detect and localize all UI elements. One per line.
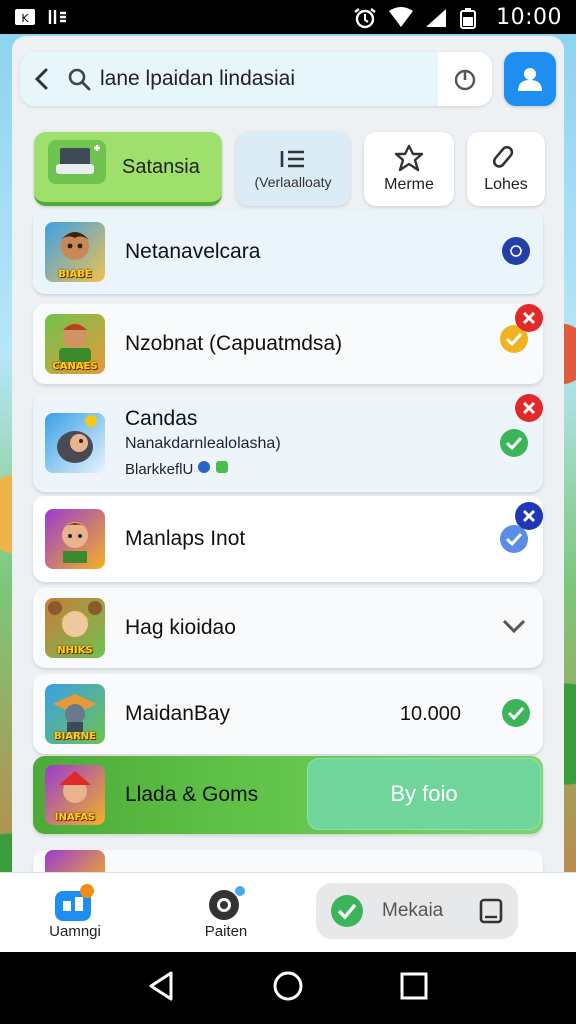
tab-label: Lohes — [484, 176, 528, 193]
app-notification-icon — [46, 7, 68, 27]
item-subtitle: Nanakdarnlealolasha) — [125, 435, 281, 452]
list-icon — [280, 150, 304, 168]
nav-pill-label: Mekaia — [382, 900, 444, 921]
tab-satansia[interactable]: Satansia — [34, 132, 222, 206]
list-item-highlight[interactable]: INAFAS Llada & Goms By foio — [33, 756, 543, 834]
user-icon — [518, 68, 542, 91]
verified-icon — [215, 459, 229, 479]
app-icon — [45, 413, 105, 473]
nav-home-label: Uamngi — [49, 923, 101, 940]
nav-paiten-label: Paiten — [204, 923, 248, 940]
bookmark-icon — [479, 898, 503, 924]
profile-button[interactable] — [504, 52, 556, 106]
alarm-icon — [352, 7, 376, 29]
status-time: 10:00 — [496, 4, 562, 30]
bottom-nav: Uamngi Paiten Mekaia — [0, 872, 576, 952]
tab-label: Merme — [384, 176, 434, 193]
list-item[interactable]: Candas Nanakdarnlealolasha) BlarkkeflU — [33, 394, 543, 492]
recents-icon[interactable] — [399, 971, 429, 1006]
item-title: Candas — [125, 407, 198, 430]
wifi-icon — [388, 7, 414, 27]
battery-icon — [460, 7, 482, 29]
nav-paiten[interactable]: Paiten — [196, 883, 256, 940]
app-icon: BIABE — [45, 222, 105, 282]
app-icon — [45, 509, 105, 569]
item-title: Manlaps Inot — [125, 527, 246, 550]
list-item[interactable]: Manlaps Inot — [33, 496, 543, 582]
installed-check-icon[interactable] — [501, 698, 531, 733]
search-icon — [64, 52, 94, 106]
shield-icon — [197, 459, 211, 479]
tools-icon — [492, 145, 514, 168]
tab-label: (Verlaalloaty — [254, 174, 332, 190]
remove-icon[interactable] — [515, 394, 543, 422]
nav-pill-button[interactable]: Mekaia — [316, 883, 518, 939]
system-nav — [0, 952, 576, 1024]
item-title: Hag kioidao — [125, 616, 236, 639]
installed-check-icon[interactable] — [499, 428, 529, 463]
remove-icon[interactable] — [515, 502, 543, 530]
power-button[interactable] — [438, 52, 492, 106]
app-icon: BIARNE — [45, 684, 105, 744]
app-icon: CANAES — [45, 314, 105, 374]
back-icon[interactable] — [147, 970, 177, 1007]
list-item[interactable]: CANAES Nzobnat (Capuatmdsa) — [33, 304, 543, 384]
tab-label: Satansia — [122, 155, 200, 178]
app-icon: INAFAS — [45, 765, 105, 825]
item-title: Nzobnat (Capuatmdsa) — [125, 332, 343, 355]
notification-icon: K — [14, 7, 36, 27]
list-item[interactable]: BIABE Netanavelcara — [33, 210, 543, 294]
search-input[interactable]: lane lpaidan lindasiai — [100, 67, 438, 91]
status-bar: K 10:00 — [0, 0, 576, 34]
power-icon — [454, 69, 476, 91]
tab-merme[interactable]: Merme — [364, 132, 454, 206]
svg-text:K: K — [21, 12, 29, 25]
list-item[interactable]: NHIKS Hag kioidao — [33, 588, 543, 668]
item-title: Netanavelcara — [125, 240, 261, 263]
back-arrow-icon[interactable] — [20, 52, 64, 106]
remove-icon[interactable] — [515, 304, 543, 332]
tab-lohes[interactable]: Lohes — [467, 132, 545, 206]
chevron-down-icon[interactable] — [501, 616, 527, 641]
item-meta: BlarkkeflU — [125, 460, 194, 478]
list-item[interactable]: BIARNE MaidanBay 10.000 — [33, 674, 543, 754]
item-value: 10.000 — [399, 702, 461, 725]
info-icon[interactable] — [501, 236, 531, 271]
home-apps-icon — [55, 884, 94, 921]
app-icon: NHIKS — [45, 598, 105, 658]
check-circle-icon — [331, 895, 363, 927]
signal-icon — [424, 7, 447, 27]
item-title: MaidanBay — [125, 702, 231, 725]
game-console-icon — [46, 138, 108, 196]
buy-button[interactable]: By foio — [307, 758, 541, 830]
home-icon[interactable] — [272, 970, 304, 1007]
nav-home[interactable]: Uamngi — [44, 883, 106, 940]
camera-icon — [209, 886, 245, 920]
search-bar[interactable]: lane lpaidan lindasiai — [20, 52, 492, 106]
puzzle-icon — [394, 144, 424, 172]
tab-verlaalloaty[interactable]: (Verlaalloaty — [236, 132, 350, 206]
